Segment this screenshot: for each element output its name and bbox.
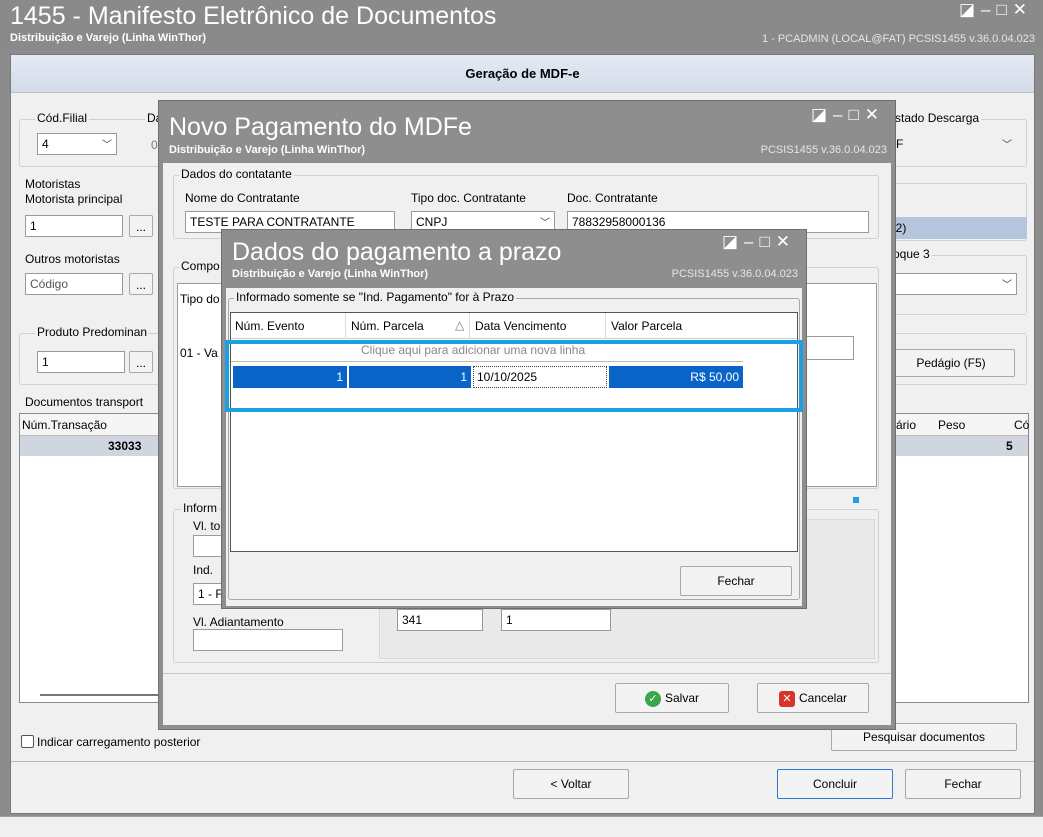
close-icon[interactable]: ✕ bbox=[865, 105, 885, 124]
horizontal-scrollbar[interactable] bbox=[40, 694, 170, 696]
minimize-icon[interactable]: – bbox=[744, 232, 759, 251]
vl-total-label: Vl. to bbox=[193, 519, 221, 533]
estoque3-select[interactable]: ﹀ bbox=[887, 273, 1017, 295]
salvar-button[interactable]: ✓ Salvar bbox=[615, 683, 729, 713]
restore-icon[interactable]: ◪ bbox=[722, 232, 744, 251]
inform-label: Inform bbox=[181, 501, 220, 515]
fechar-prazo-button[interactable]: Fechar bbox=[680, 566, 792, 596]
prazo-window-controls[interactable]: ◪–□✕ bbox=[722, 232, 796, 252]
main-window-title: 1455 - Manifesto Eletrônico de Documento… bbox=[10, 2, 497, 30]
produto-lookup-button[interactable]: ... bbox=[129, 351, 153, 373]
parcelas-grid-header: Núm. Evento Núm. Parcela △ Data Vencimen… bbox=[231, 313, 797, 339]
motoristas-label: Motoristas bbox=[25, 177, 81, 191]
page-title: Geração de MDF-e bbox=[465, 66, 580, 81]
prazo-titlebar: Dados do pagamento a prazo Distribuição … bbox=[222, 230, 806, 286]
restore-icon[interactable]: ◪ bbox=[959, 0, 981, 19]
highlight-box bbox=[225, 340, 803, 412]
main-titlebar: 1455 - Manifesto Eletrônico de Documento… bbox=[0, 0, 1043, 50]
prazo-version: PCSIS1455 v.36.0.04.023 bbox=[671, 268, 798, 280]
voltar-button[interactable]: < Voltar bbox=[513, 769, 629, 799]
close-icon[interactable]: ✕ bbox=[776, 232, 796, 251]
prazo-title: Dados do pagamento a prazo bbox=[232, 238, 562, 266]
da-value: 0 bbox=[151, 138, 158, 152]
minimize-icon[interactable]: – bbox=[981, 0, 996, 19]
bottom-divider bbox=[11, 761, 1034, 762]
check-icon: ✓ bbox=[644, 690, 661, 707]
novo-bottom-divider bbox=[163, 673, 891, 674]
prazo-dialog: Dados do pagamento a prazo Distribuição … bbox=[221, 229, 807, 609]
col-ario[interactable]: ário bbox=[896, 418, 916, 432]
documentos-label: Documentos transport bbox=[25, 395, 144, 409]
cod-filial-select[interactable]: 4 ﹀ bbox=[37, 133, 117, 155]
maximize-icon[interactable]: □ bbox=[848, 105, 864, 124]
col-num-transacao[interactable]: Núm.Transação bbox=[22, 418, 107, 432]
fechar-main-button[interactable]: Fechar bbox=[905, 769, 1021, 799]
row-peso: 5 bbox=[1006, 439, 1013, 453]
marker-square bbox=[853, 497, 859, 503]
motorista-principal-input[interactable]: 1 bbox=[25, 215, 123, 237]
cancel-icon: ✕ bbox=[778, 690, 795, 707]
maximize-icon[interactable]: □ bbox=[996, 0, 1012, 19]
prazo-client-area: Informado somente se "Ind. Pagamento" fo… bbox=[226, 288, 802, 606]
prazo-subtitle: Distribuição e Varejo (Linha WinThor) bbox=[232, 268, 429, 280]
componente-row[interactable]: 01 - Va bbox=[180, 346, 218, 360]
col-num-parcela[interactable]: Núm. Parcela bbox=[351, 319, 424, 333]
estado-descarga-label: stado Descarga bbox=[893, 111, 982, 125]
novo-titlebar: Novo Pagamento do MDFe Distribuição e Va… bbox=[159, 101, 895, 161]
nome-contratante-label: Nome do Contratante bbox=[185, 191, 300, 205]
vl-adiantamento-input[interactable] bbox=[193, 629, 343, 651]
status-bar bbox=[0, 816, 1043, 837]
main-user-info: 1 - PCADMIN (LOCAL@FAT) PCSIS1455 v.36.0… bbox=[761, 33, 1035, 45]
motorista-principal-lookup-button[interactable]: ... bbox=[129, 215, 153, 237]
indicar-label: Indicar carregamento posterior bbox=[37, 735, 201, 749]
chevron-down-icon[interactable]: ﹀ bbox=[1002, 276, 1012, 294]
produto-input[interactable]: 1 bbox=[37, 351, 125, 373]
novo-title: Novo Pagamento do MDFe bbox=[169, 113, 472, 141]
novo-version: PCSIS1455 v.36.0.04.023 bbox=[760, 144, 887, 156]
main-window-controls[interactable]: ◪–□✕ bbox=[959, 0, 1033, 20]
estado-descarga-select[interactable]: F ﹀ bbox=[891, 133, 1017, 155]
compo-label: Compo bbox=[179, 259, 222, 273]
novo-window-controls[interactable]: ◪–□✕ bbox=[811, 105, 885, 125]
row-num-transacao: 33033 bbox=[108, 439, 142, 453]
pedagio-button[interactable]: Pedágio (F5) bbox=[887, 349, 1015, 377]
main-window-subtitle: Distribuição e Varejo (Linha WinThor) bbox=[10, 32, 207, 44]
ind-pagamento-label: Ind. bbox=[193, 563, 214, 577]
vl-adiantamento-label: Vl. Adiantamento bbox=[193, 615, 284, 629]
sort-ascending-icon[interactable]: △ bbox=[455, 318, 464, 332]
col-divider bbox=[605, 313, 606, 339]
close-icon[interactable]: ✕ bbox=[1013, 0, 1033, 19]
doc-contratante-label: Doc. Contratante bbox=[567, 191, 658, 205]
minimize-icon[interactable]: – bbox=[833, 105, 848, 124]
cod-filial-label: Cód.Filial bbox=[35, 111, 90, 125]
tipo-doc-label: Tipo doc. Contratante bbox=[411, 191, 526, 205]
outros-motoristas-lookup-button[interactable]: ... bbox=[129, 273, 153, 295]
chevron-down-icon[interactable]: ﹀ bbox=[102, 136, 112, 154]
estoque3-label: oque 3 bbox=[891, 247, 932, 261]
col-num-evento[interactable]: Núm. Evento bbox=[235, 319, 304, 333]
maximize-icon[interactable]: □ bbox=[759, 232, 775, 251]
col-valor-parcela[interactable]: Valor Parcela bbox=[611, 319, 682, 333]
prazo-group-label: Informado somente se "Ind. Pagamento" fo… bbox=[234, 290, 517, 304]
produto-predominante-label: Produto Predominan bbox=[35, 325, 150, 339]
indicar-checkbox[interactable] bbox=[21, 735, 34, 748]
motorista-principal-label: Motorista principal bbox=[25, 192, 123, 206]
outros-motoristas-label: Outros motoristas bbox=[25, 252, 120, 266]
page-header: Geração de MDF-e bbox=[11, 55, 1034, 93]
col-peso[interactable]: Peso bbox=[938, 418, 965, 432]
dados-contatante-label: Dados do contatante bbox=[179, 167, 294, 181]
col-divider bbox=[469, 313, 470, 339]
tipo-do-header: Tipo do bbox=[180, 292, 220, 306]
col-data-vencimento[interactable]: Data Vencimento bbox=[475, 319, 566, 333]
col-co[interactable]: Có bbox=[1014, 418, 1029, 432]
restore-icon[interactable]: ◪ bbox=[811, 105, 833, 124]
cancelar-button[interactable]: ✕ Cancelar bbox=[757, 683, 869, 713]
field-1[interactable]: 1 bbox=[501, 609, 611, 631]
field-341[interactable]: 341 bbox=[397, 609, 483, 631]
outros-motoristas-input[interactable]: Código bbox=[25, 273, 123, 295]
novo-subtitle: Distribuição e Varejo (Linha WinThor) bbox=[169, 144, 366, 156]
chevron-down-icon[interactable]: ﹀ bbox=[1002, 136, 1012, 154]
col-divider bbox=[345, 313, 346, 339]
concluir-button[interactable]: Concluir bbox=[777, 769, 893, 799]
